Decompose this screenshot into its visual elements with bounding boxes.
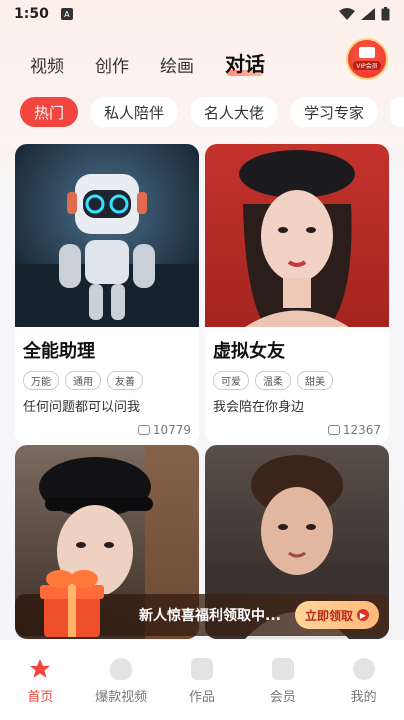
gift-box-icon [40,570,104,637]
flame-icon [110,658,133,680]
nav-home-label: 首页 [27,690,54,705]
comment-icon [327,425,340,435]
tab-video[interactable]: 视频 [30,52,64,77]
camera-icon [359,46,375,58]
promo-text: 新人惊喜福利领取中... [139,608,281,624]
robot-illustration [15,174,199,327]
notification-badge: A [60,8,73,20]
vip-label: VIP会员 [353,60,381,70]
battery-icon [381,7,390,21]
comment-icon [137,425,150,435]
nav-vip[interactable]: 会员 [248,658,318,720]
claim-now-button[interactable]: 立即领取 ▶ [294,601,379,629]
signal-icon [361,8,375,20]
nav-works[interactable]: 作品 [167,658,237,720]
chat-count: 12367 [342,423,381,437]
card-tag: 可爱 [213,371,249,390]
card-title: 全能助理 [23,341,95,362]
character-card-assistant[interactable]: 全能助理 万能 通用 友善 任何问题都可以问我 10779 [15,144,199,445]
tab-create[interactable]: 创作 [95,52,129,77]
chip-more[interactable] [390,97,404,127]
card-tag: 万能 [23,371,59,390]
chat-count: 10779 [152,423,191,437]
card-description: 任何问题都可以问我 [23,400,141,415]
card-tag: 温柔 [255,371,291,390]
vip-button[interactable]: VIP会员 [346,38,388,80]
bottom-navigation: 首页 爆款视频 作品 会员 我的 [0,640,404,720]
card-description: 我会陪在你身边 [213,400,305,415]
status-bar: 1:50 A [0,0,404,28]
nav-profile-label: 我的 [350,690,377,705]
card-tag: 通用 [65,371,101,390]
card-tag: 友善 [107,371,143,390]
tab-painting[interactable]: 绘画 [160,52,194,77]
claim-now-label: 立即领取 [304,608,353,623]
category-chips: 热门 私人陪伴 名人大佬 学习专家 [20,97,404,127]
card-title: 虚拟女友 [213,341,285,362]
nav-profile[interactable]: 我的 [329,658,399,720]
chip-celebrity[interactable]: 名人大佬 [190,97,279,127]
nav-hot-videos[interactable]: 爆款视频 [86,658,156,720]
nav-works-label: 作品 [188,690,215,705]
chip-companion[interactable]: 私人陪伴 [90,97,179,127]
girlfriend-avatar-image [205,144,389,327]
character-card-girlfriend[interactable]: 虚拟女友 可爱 温柔 甜美 我会陪在你身边 12367 [205,144,389,445]
nav-vip-label: 会员 [269,690,296,705]
status-icons [339,7,390,21]
profile-icon [352,658,375,680]
arrow-right-icon: ▶ [357,609,369,621]
card-tag: 甜美 [297,371,333,390]
folder-icon [190,658,213,680]
robot-avatar-image [15,144,199,327]
home-star-icon [30,659,51,678]
status-time: 1:50 [14,6,49,22]
nav-home[interactable]: 首页 [5,658,75,720]
nav-hot-videos-label: 爆款视频 [95,690,148,705]
crown-icon [271,658,294,680]
tab-chat[interactable]: 对话 [225,48,265,77]
girl-portrait [239,150,355,327]
top-tabs: 视频 创作 绘画 对话 [30,48,265,77]
wifi-icon [339,8,355,20]
chip-hot[interactable]: 热门 [20,97,79,127]
chip-study[interactable]: 学习专家 [290,97,379,127]
